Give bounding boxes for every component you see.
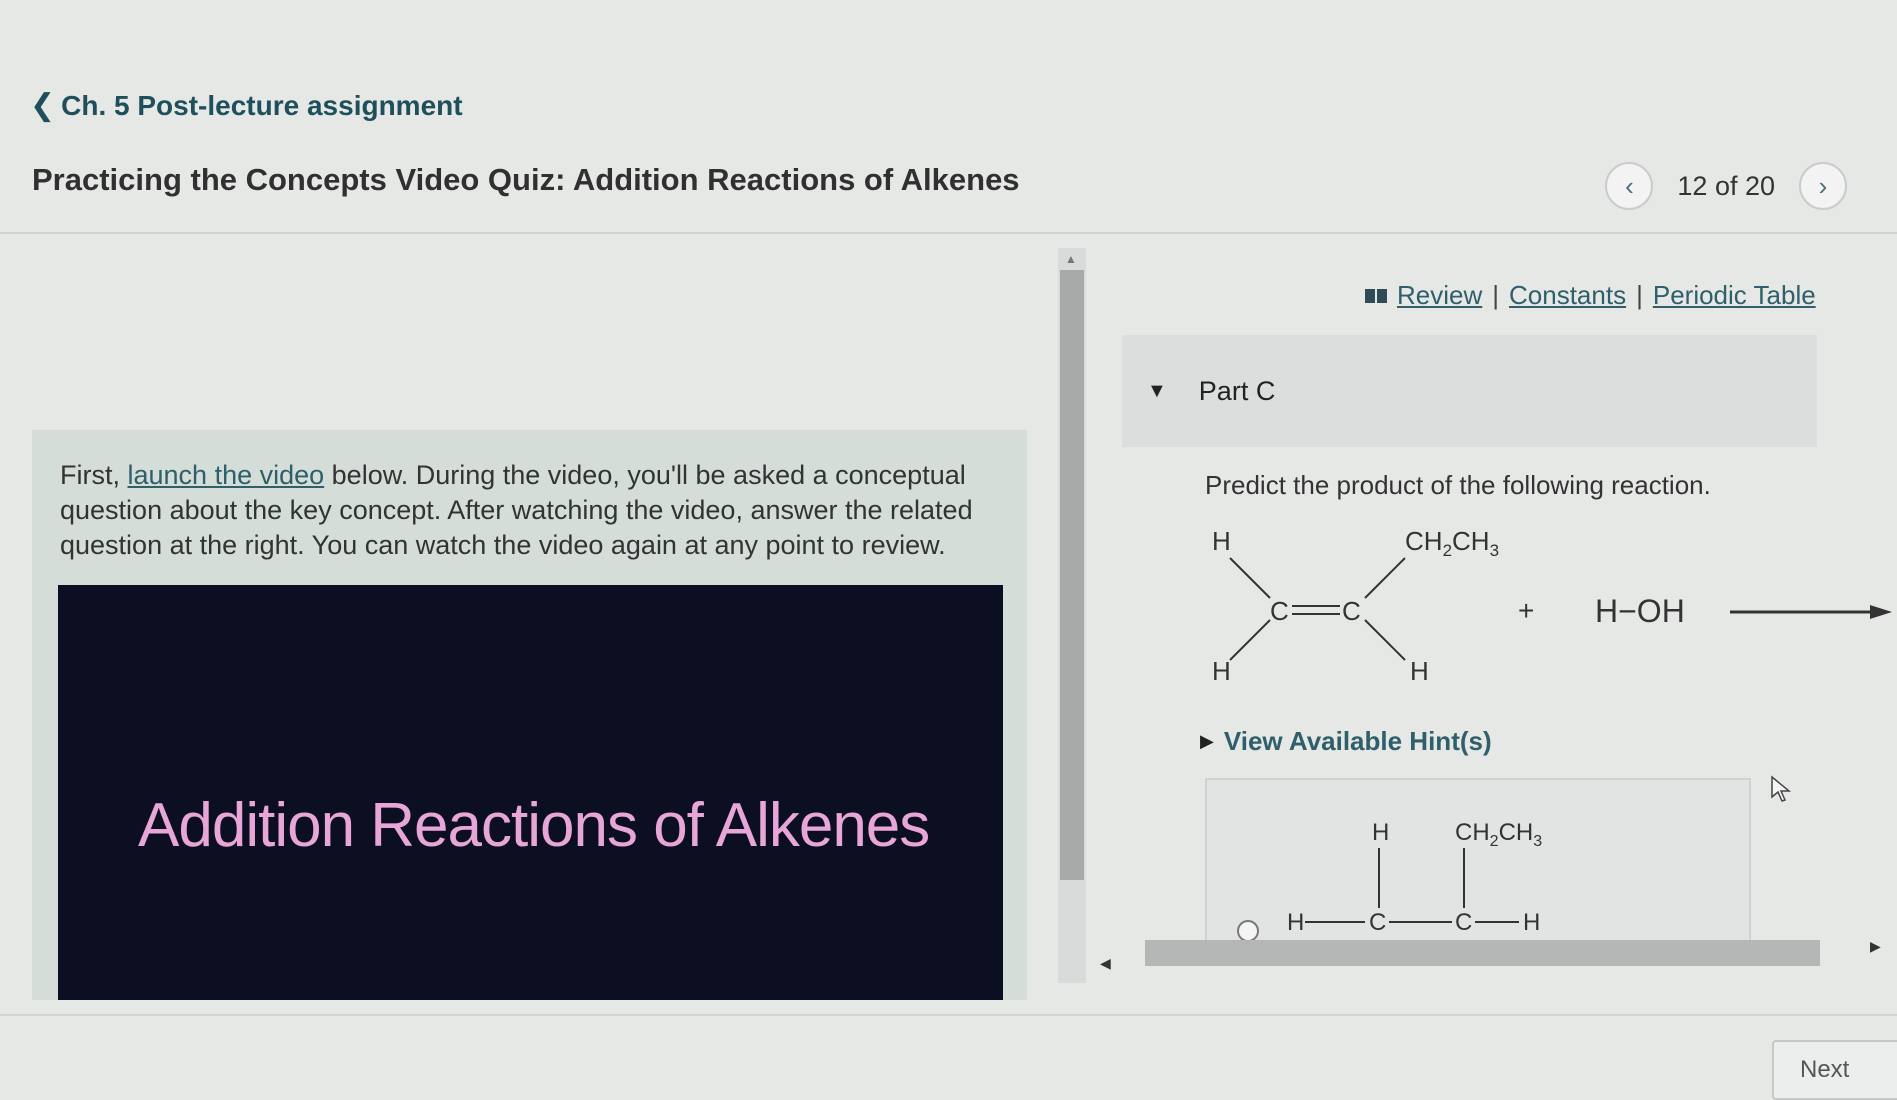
part-label: Part C xyxy=(1198,375,1276,406)
vertical-scrollbar[interactable]: ▲ xyxy=(1058,248,1086,983)
reagent-water: H−OH xyxy=(1595,593,1685,629)
review-link[interactable]: Review xyxy=(1397,280,1482,311)
view-hints-toggle[interactable]: ▶ View Available Hint(s) xyxy=(1200,726,1492,757)
answer-option-structure: H CH2CH3 H C C H xyxy=(1287,819,1542,936)
question-text: Predict the product of the following rea… xyxy=(1205,470,1711,500)
atom-c1: C xyxy=(1270,596,1289,626)
reaction-scheme: H H C C CH2CH3 H + H−OH xyxy=(1212,526,1892,686)
constants-link[interactable]: Constants xyxy=(1509,280,1626,311)
chevron-left-icon: ‹ xyxy=(1625,170,1634,201)
link-separator: | xyxy=(1636,280,1643,310)
back-to-assignment-link[interactable]: ❮ Ch. 5 Post-lecture assignment xyxy=(30,88,463,123)
plus-sign: + xyxy=(1518,595,1534,626)
previous-item-button[interactable]: ‹ xyxy=(1605,162,1654,210)
answer-option-radio[interactable] xyxy=(1237,920,1259,940)
atom-h-left: H xyxy=(1287,909,1304,936)
bond-line xyxy=(1364,619,1406,661)
arrow-head-icon xyxy=(1870,605,1892,619)
header-divider xyxy=(0,232,1897,234)
next-item-button[interactable]: › xyxy=(1799,162,1847,210)
mouse-cursor-icon xyxy=(1771,775,1792,802)
next-button[interactable]: Next xyxy=(1772,1040,1897,1100)
ethyl-group: CH2CH3 xyxy=(1405,526,1499,560)
back-link-label: Ch. 5 Post-lecture assignment xyxy=(61,89,463,121)
hints-label: View Available Hint(s) xyxy=(1223,726,1492,756)
bond-line xyxy=(1364,557,1406,599)
video-title: Addition Reactions of Alkenes xyxy=(138,791,930,860)
scroll-right-arrow-icon[interactable]: ▶ xyxy=(1870,938,1881,955)
intro-text-start: First, xyxy=(60,460,128,490)
page-title: Practicing the Concepts Video Quiz: Addi… xyxy=(32,162,1020,197)
atom-h-top-left: H xyxy=(1212,526,1231,556)
scroll-up-arrow-icon[interactable]: ▲ xyxy=(1065,252,1077,266)
atom-h-top: H xyxy=(1372,819,1389,846)
ethyl-group: CH2CH3 xyxy=(1455,819,1542,850)
atom-h-bottom-right: H xyxy=(1410,656,1429,686)
atom-c-b: C xyxy=(1455,909,1472,936)
intro-text: First, launch the video below. During th… xyxy=(60,458,1000,563)
launch-video-link[interactable]: launch the video xyxy=(128,460,325,490)
scrollbar-thumb[interactable] xyxy=(1060,270,1084,880)
atom-c-a: C xyxy=(1369,909,1386,936)
periodic-table-link[interactable]: Periodic Table xyxy=(1653,280,1816,311)
horizontal-scrollbar[interactable] xyxy=(1145,940,1820,966)
bond-line xyxy=(1229,557,1271,599)
video-player[interactable]: Addition Reactions of Alkenes xyxy=(58,585,1003,1000)
resource-links: Review | Constants | Periodic Table xyxy=(1365,280,1816,311)
scroll-left-arrow-icon[interactable]: ◀ xyxy=(1100,955,1111,972)
video-panel: First, launch the video below. During th… xyxy=(32,430,1027,1000)
atom-c2: C xyxy=(1342,596,1361,626)
atom-h-bottom-left: H xyxy=(1212,656,1231,686)
expand-triangle-icon: ▶ xyxy=(1200,731,1214,751)
footer-divider xyxy=(0,1014,1897,1016)
book-icon xyxy=(1365,288,1387,303)
part-c-header[interactable]: ▼ Part C xyxy=(1122,335,1817,447)
item-pager: ‹ 12 of 20 › xyxy=(1605,162,1847,210)
atom-h-right: H xyxy=(1523,909,1540,936)
answer-choices: H CH2CH3 H C C H xyxy=(1205,778,1751,940)
page-indicator: 12 of 20 xyxy=(1677,170,1775,201)
bond-line xyxy=(1229,619,1271,661)
chevron-right-icon: › xyxy=(1818,170,1828,201)
link-separator: | xyxy=(1492,280,1500,310)
collapse-triangle-icon: ▼ xyxy=(1147,379,1167,402)
chevron-left-icon: ❮ xyxy=(30,89,56,122)
